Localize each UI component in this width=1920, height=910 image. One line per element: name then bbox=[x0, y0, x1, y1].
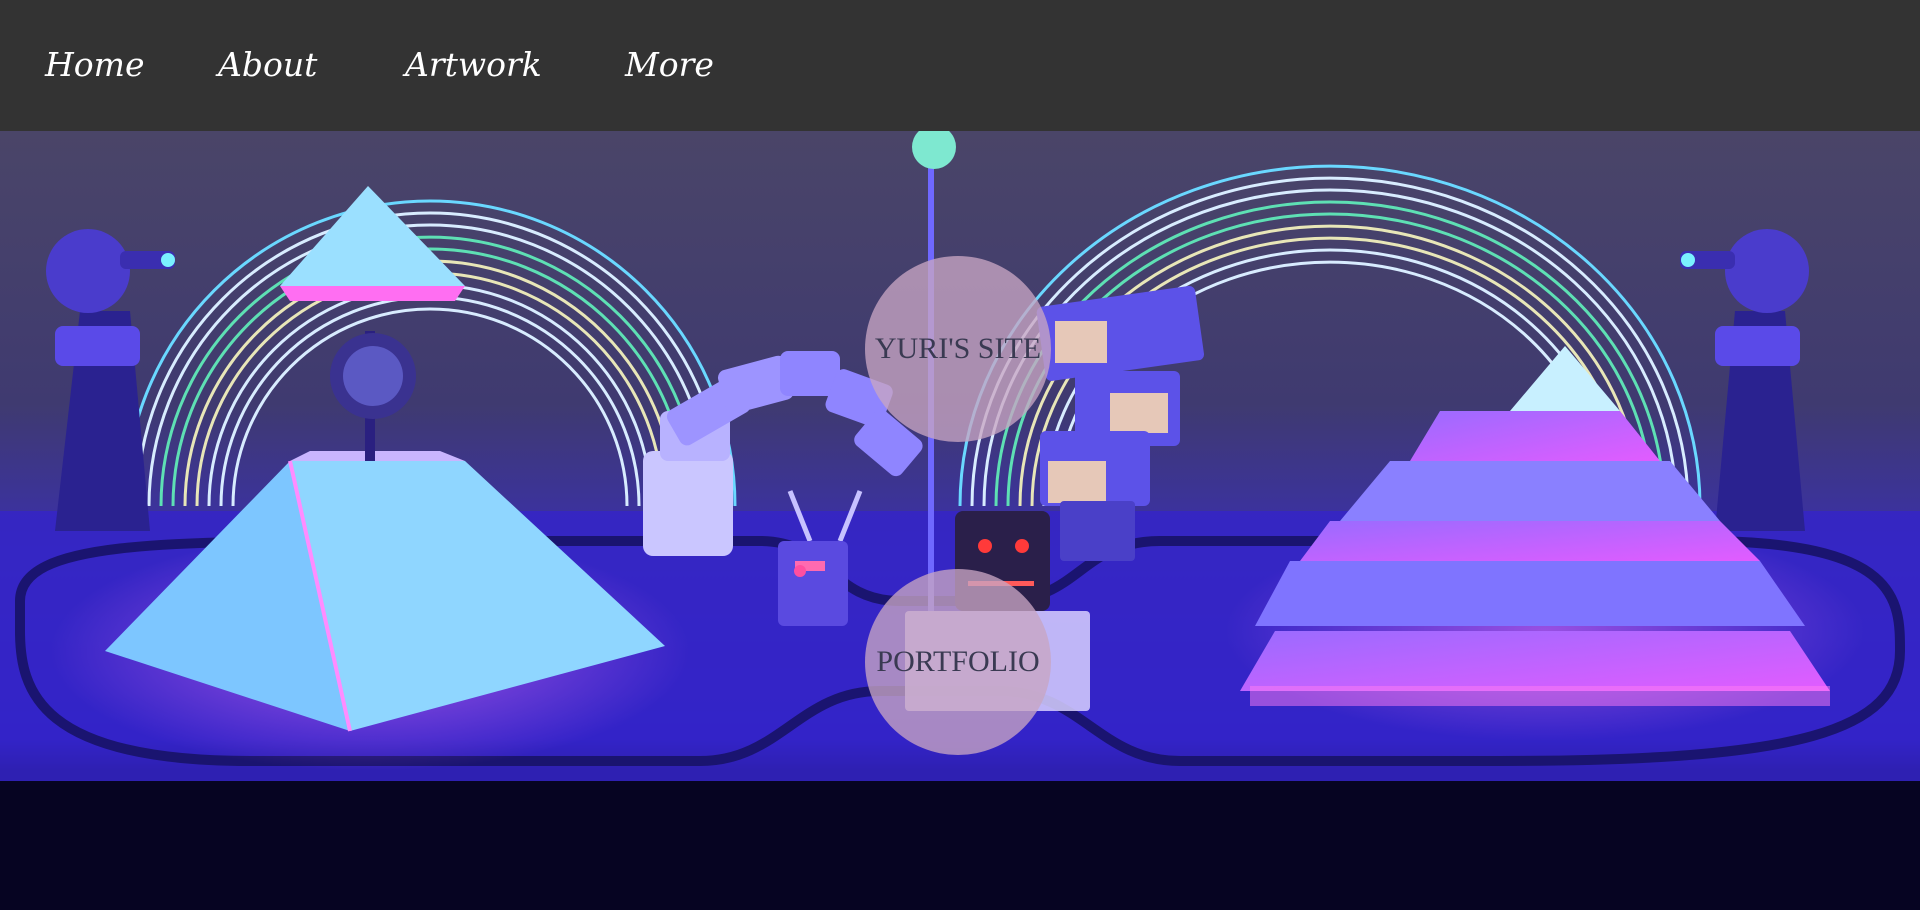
portfolio-button[interactable]: PORTFOLIO bbox=[865, 569, 1051, 755]
hero-banner: YURI'S SITE PORTFOLIO bbox=[0, 131, 1920, 910]
nav-artwork-link[interactable]: Artwork bbox=[405, 40, 542, 90]
hero-image bbox=[0, 131, 1920, 910]
nav-about-link[interactable]: About bbox=[218, 40, 317, 90]
table-front bbox=[0, 781, 1920, 910]
yuris-site-button[interactable]: YURI'S SITE bbox=[865, 256, 1051, 442]
top-navbar: Home About Artwork More bbox=[0, 0, 1920, 131]
nav-more-link[interactable]: More bbox=[625, 40, 714, 90]
laser-dot bbox=[794, 565, 806, 577]
nav-home-link[interactable]: Home bbox=[45, 40, 144, 90]
